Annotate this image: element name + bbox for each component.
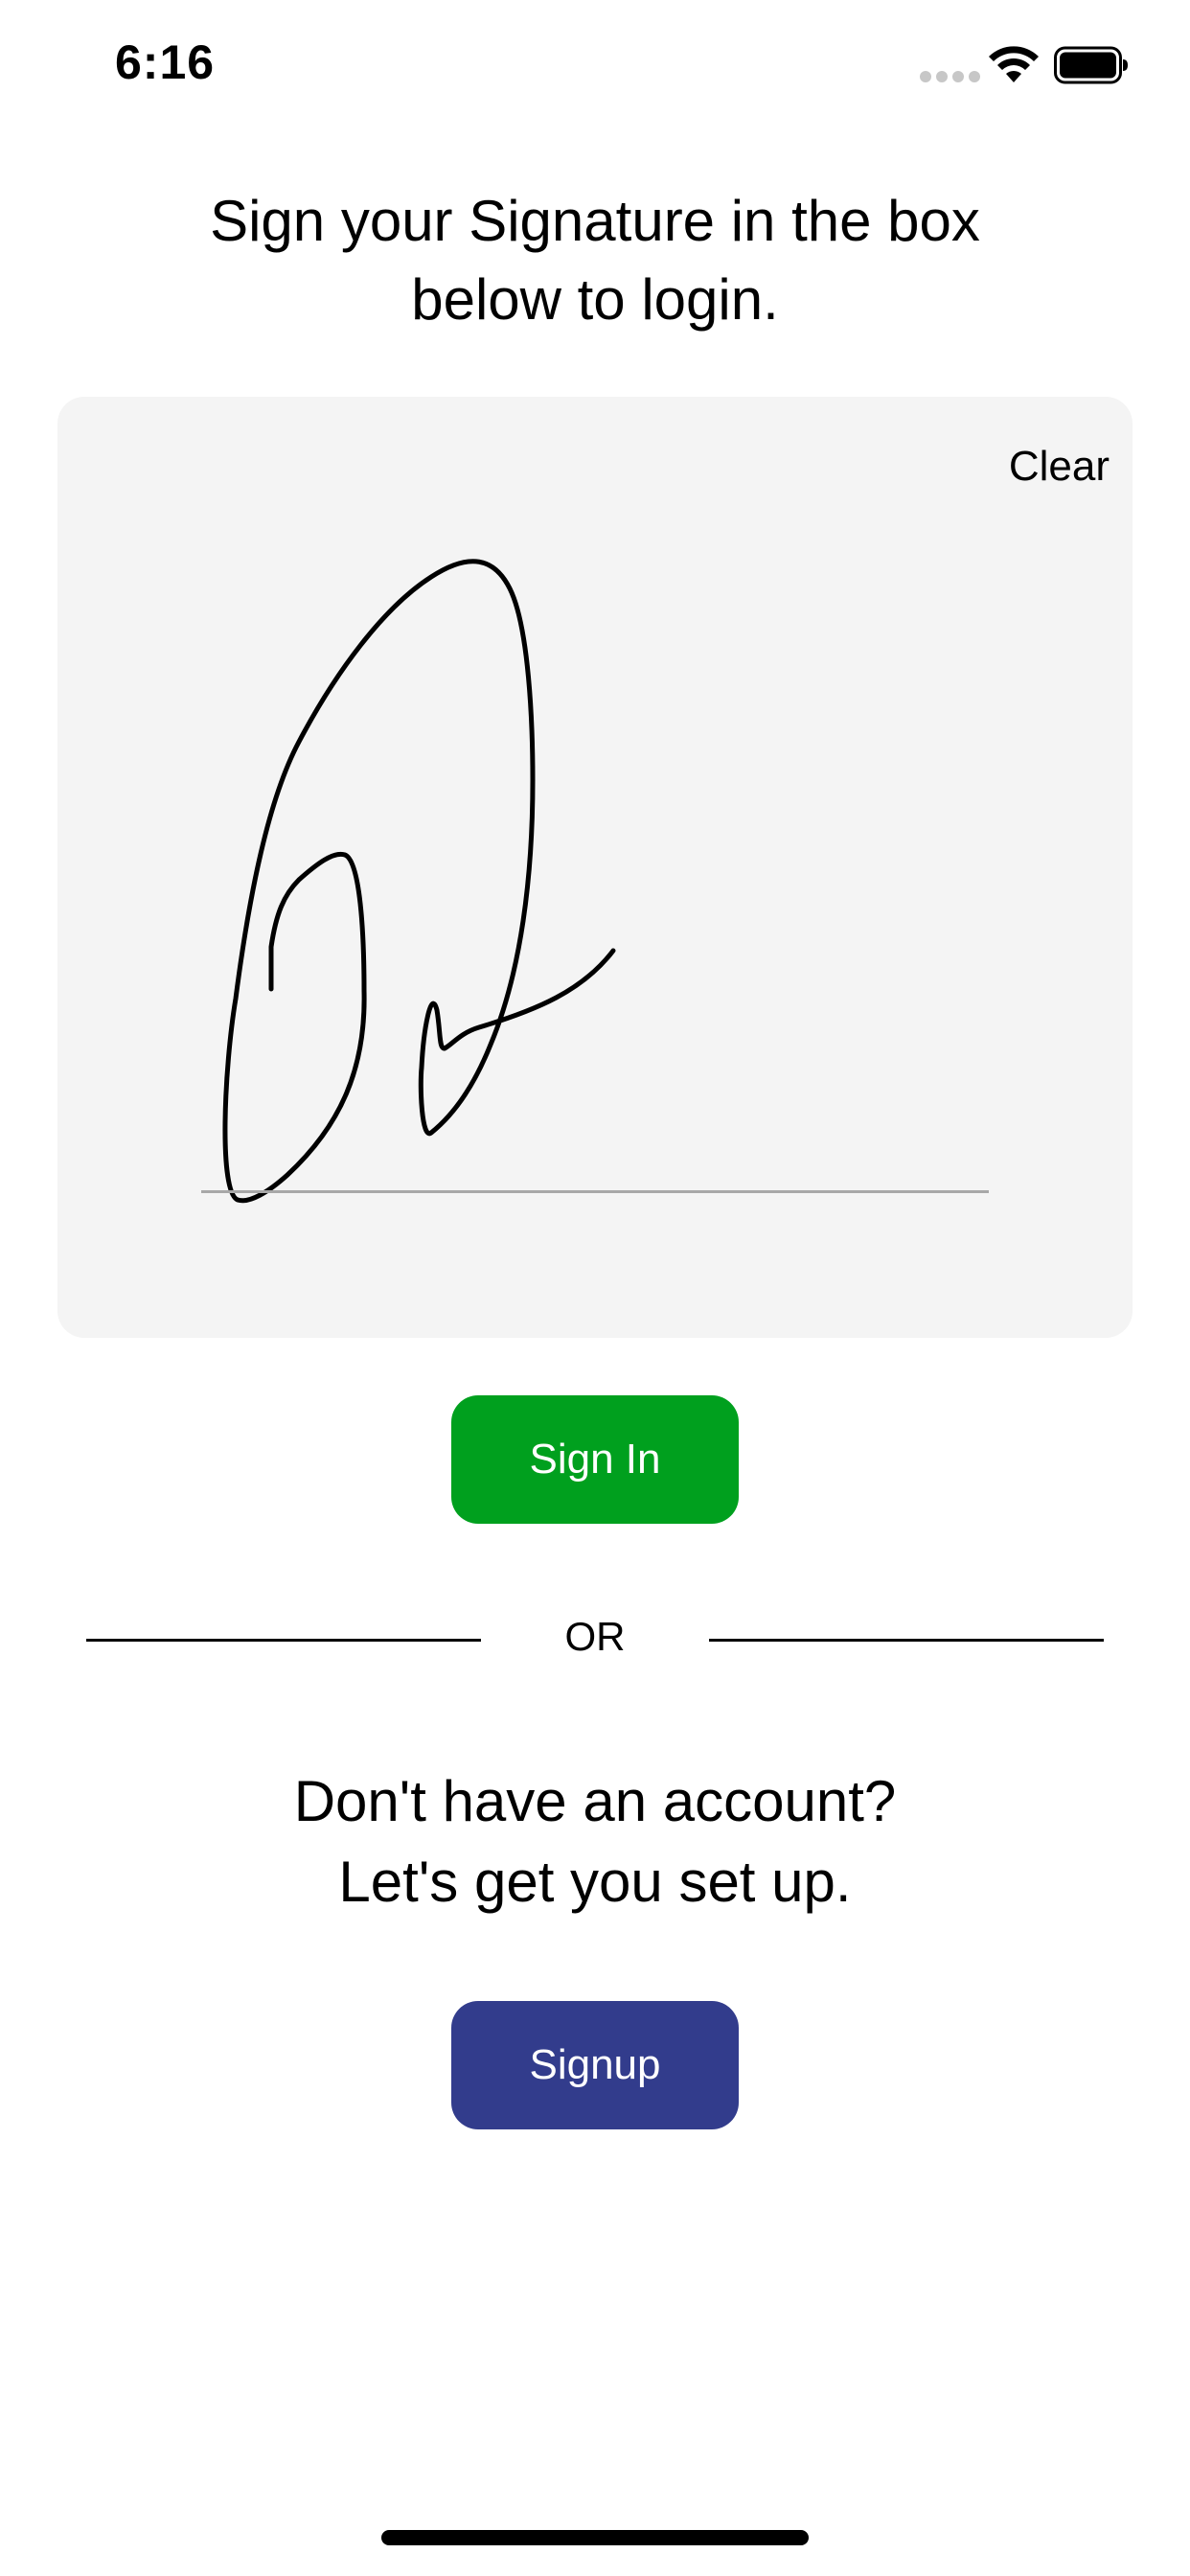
instruction-line-2: below to login. — [411, 267, 779, 332]
cellular-signal-icon — [920, 71, 980, 82]
instruction-line-1: Sign your Signature in the box — [210, 189, 980, 253]
home-indicator[interactable] — [381, 2530, 809, 2545]
signature-stroke — [222, 559, 616, 1204]
signup-prompt-line-1: Don't have an account? — [293, 1769, 897, 1833]
sign-in-button[interactable]: Sign In — [451, 1395, 739, 1524]
divider-line-right — [709, 1639, 1104, 1642]
clear-button[interactable]: Clear — [999, 435, 1110, 498]
wifi-icon — [989, 46, 1039, 82]
signature-baseline — [201, 1190, 989, 1193]
status-time: 6:16 — [115, 35, 216, 89]
signup-prompt: Don't have an account? Let's get you set… — [0, 1761, 1190, 1922]
signature-pad[interactable]: Clear — [57, 397, 1133, 1338]
battery-icon — [1054, 46, 1128, 84]
divider-label: OR — [564, 1614, 626, 1659]
login-instruction: Sign your Signature in the box below to … — [0, 182, 1190, 339]
status-bar: 6:16 — [0, 0, 1190, 126]
signup-button[interactable]: Signup — [451, 2001, 739, 2129]
signup-prompt-line-2: Let's get you set up. — [338, 1850, 852, 1914]
or-divider: OR — [86, 1610, 1104, 1668]
